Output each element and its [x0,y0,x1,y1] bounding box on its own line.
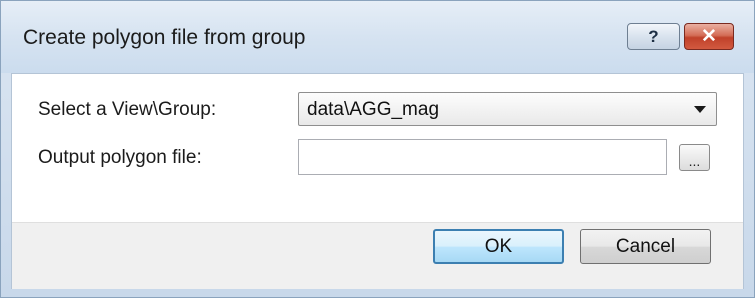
chevron-down-icon[interactable] [694,106,706,113]
view-group-select[interactable]: data\AGG_mag [298,92,717,126]
dialog-window: Create polygon file from group ? ✕ Selec… [0,0,755,298]
close-icon: ✕ [701,26,717,47]
ok-button[interactable]: OK [433,229,564,264]
title-bar[interactable]: Create polygon file from group ? ✕ [1,1,754,73]
close-button[interactable]: ✕ [684,23,734,50]
view-group-label: Select a View\Group: [38,99,217,120]
dialog-client-area: Select a View\Group: data\AGG_mag Output… [11,73,744,289]
help-icon: ? [648,26,659,46]
output-polygon-input[interactable] [298,139,667,175]
dialog-title: Create polygon file from group [23,26,306,49]
browse-button[interactable]: ... [679,144,710,171]
cancel-button[interactable]: Cancel [580,229,711,264]
view-group-value: data\AGG_mag [307,99,440,120]
output-polygon-label: Output polygon file: [38,147,202,168]
form-panel: Select a View\Group: data\AGG_mag Output… [12,74,743,222]
help-button[interactable]: ? [627,23,680,50]
